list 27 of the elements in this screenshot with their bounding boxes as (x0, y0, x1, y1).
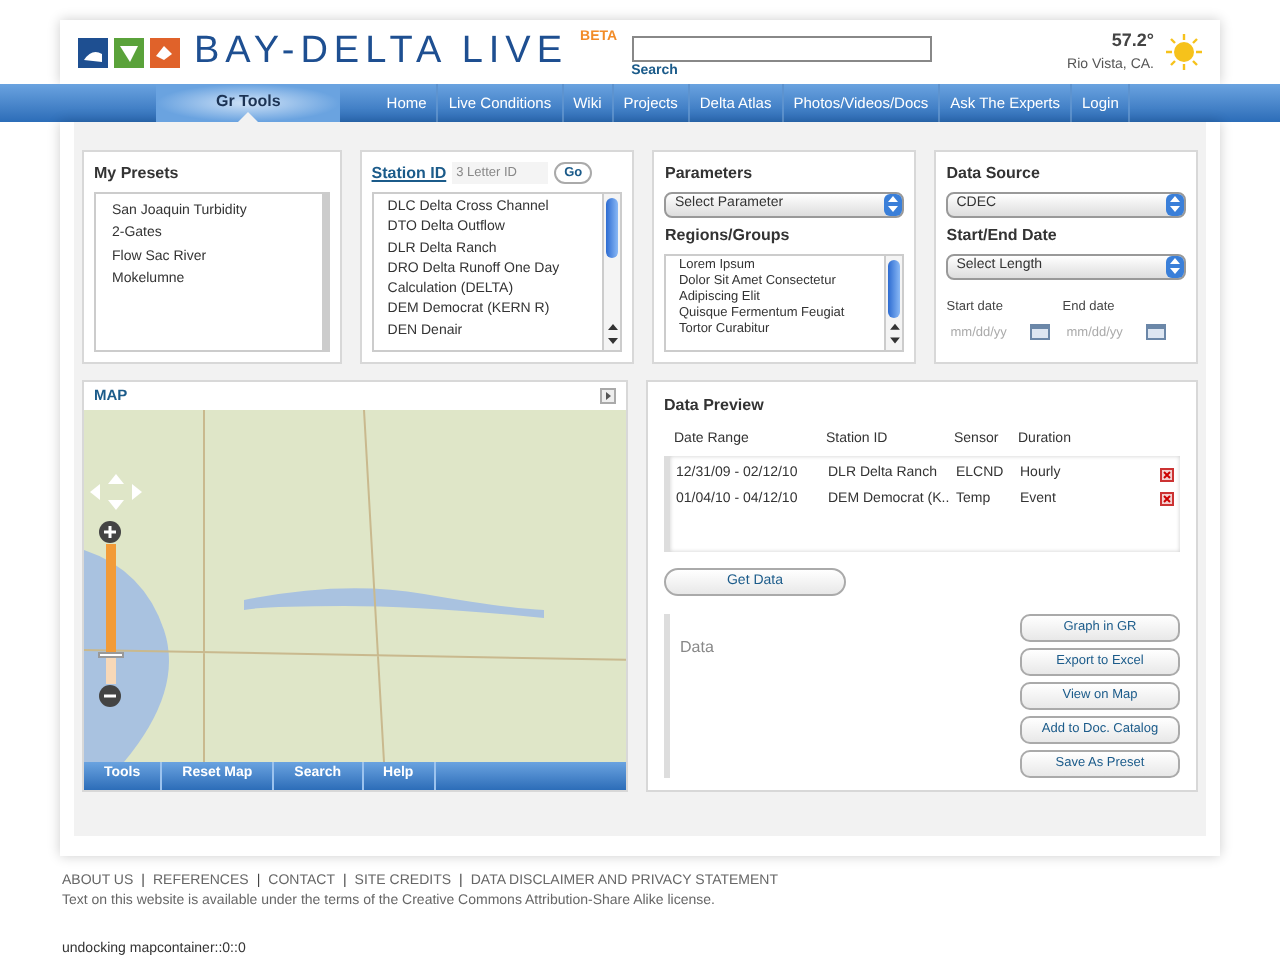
temperature: 57.2° (1111, 28, 1154, 54)
select-arrows-icon (884, 193, 903, 215)
sun-icon (1166, 34, 1202, 70)
panel-title: Data Source (946, 161, 1042, 185)
delete-icon[interactable] (1160, 467, 1174, 482)
zoom-in-icon[interactable] (98, 519, 122, 543)
station-id-link[interactable]: Station ID (371, 161, 447, 185)
zoom-slider-thumb[interactable] (97, 651, 123, 657)
site-title: BAY-DELTA LIVE (194, 27, 569, 76)
select-arrows-icon (1166, 193, 1185, 215)
data-label: Data (680, 637, 714, 655)
panel-title: My Presets (94, 161, 181, 185)
nav-tab[interactable]: Gr Tools (156, 84, 341, 121)
scrollbar[interactable] (884, 255, 903, 349)
panel-title: Start/End Date (946, 223, 1059, 247)
zoom-out-icon[interactable] (98, 683, 122, 707)
calendar-icon[interactable] (1030, 324, 1051, 341)
panel-title: Data Preview (664, 393, 766, 417)
logo-icon (78, 37, 182, 67)
scrollbar[interactable] (602, 193, 621, 349)
select-arrows-icon (1166, 255, 1185, 277)
calendar-icon[interactable] (1146, 324, 1167, 341)
search-field[interactable] (631, 36, 932, 62)
delete-icon[interactable] (1160, 492, 1174, 507)
expand-icon[interactable] (600, 387, 616, 403)
panel-title: Parameters (664, 161, 755, 185)
panel-title: Regions/Groups (664, 223, 792, 247)
